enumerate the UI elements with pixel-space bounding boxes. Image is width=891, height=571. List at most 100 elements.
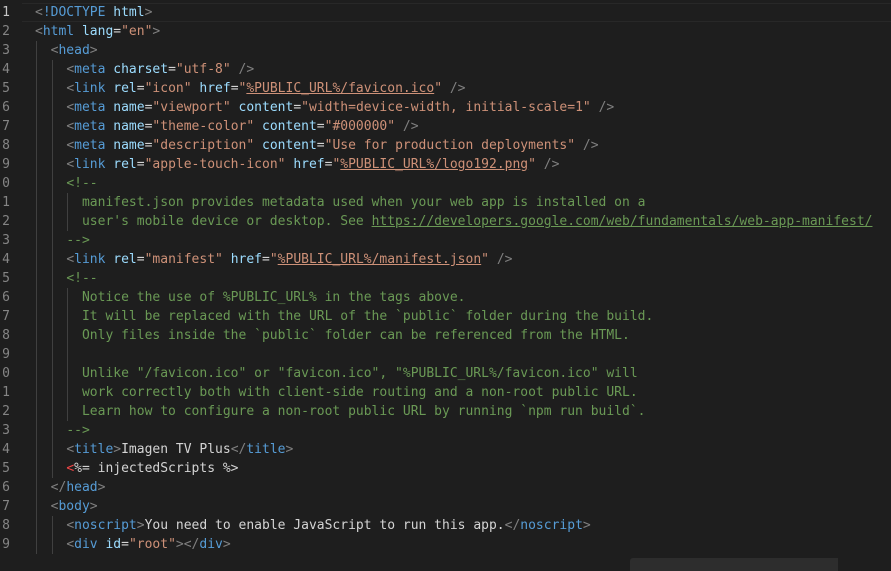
token-cmt: <!-- bbox=[66, 271, 98, 286]
code-line[interactable]: 5 <link rel="icon" href="%PUBLIC_URL%/fav… bbox=[0, 79, 891, 98]
token-str: "viewport" bbox=[152, 100, 231, 115]
token-punct: > bbox=[89, 499, 98, 514]
token-attr: lang bbox=[81, 24, 114, 39]
indent-guide bbox=[51, 535, 53, 554]
code-line[interactable]: 7 It will be replaced with the URL of the… bbox=[0, 307, 891, 326]
code-line[interactable]: 5 <!-- bbox=[0, 269, 891, 288]
line-number: 9 bbox=[2, 537, 10, 552]
token-punct: /> bbox=[449, 81, 466, 96]
code-text: user's mobile device or desktop. See htt… bbox=[82, 212, 873, 231]
code-line[interactable]: 1 <!DOCTYPE html> bbox=[0, 3, 891, 22]
line-number: 4 bbox=[2, 252, 10, 267]
token-strlink[interactable]: %PUBLIC_URL%/manifest.json bbox=[278, 252, 482, 267]
code-text: Learn how to configure a non-root public… bbox=[82, 402, 646, 421]
token-tag: !DOCTYPE bbox=[42, 5, 106, 20]
line-number: 0 bbox=[2, 176, 10, 191]
code-line[interactable]: 1 manifest.json provides metadata used wh… bbox=[0, 193, 891, 212]
token-str: " bbox=[528, 157, 536, 172]
indent-guide bbox=[36, 98, 37, 117]
indent-guide bbox=[36, 250, 37, 269]
token-punct: < bbox=[66, 119, 75, 134]
code-text: <div id="root"></div> bbox=[66, 535, 230, 554]
token-punct: > bbox=[222, 537, 231, 552]
token-punct: > bbox=[144, 5, 153, 20]
line-number: 5 bbox=[2, 461, 10, 476]
token-punct: /> bbox=[543, 157, 560, 172]
code-line[interactable]: 9 bbox=[0, 345, 891, 364]
line-number: 1 bbox=[2, 195, 10, 210]
code-text: <html lang="en"> bbox=[35, 22, 160, 41]
indent-guide bbox=[36, 516, 37, 535]
code-line[interactable]: 5 <%= injectedScripts %> bbox=[0, 459, 891, 478]
indent-guide bbox=[67, 402, 69, 421]
horizontal-scrollbar-thumb[interactable] bbox=[630, 558, 838, 571]
token-attr: href bbox=[293, 157, 325, 172]
indent-guide bbox=[67, 307, 69, 326]
code-editor[interactable]: 1 <!DOCTYPE html> 2 <html lang="en"> 3 <head>… bbox=[0, 0, 891, 571]
token-text: = bbox=[293, 100, 302, 115]
code-line[interactable]: 4 <meta charset="utf-8" /> bbox=[0, 60, 891, 79]
code-line[interactable]: 8 Only files inside the `public` folder c… bbox=[0, 326, 891, 345]
code-text: <link rel="apple-touch-icon" href="%PUBL… bbox=[66, 155, 559, 174]
code-line[interactable]: 8 <noscript>You need to enable JavaScript… bbox=[0, 516, 891, 535]
line-number: 7 bbox=[2, 119, 10, 134]
code-text: work correctly both with client-side rou… bbox=[82, 383, 638, 402]
code-text: <meta charset="utf-8" /> bbox=[66, 60, 254, 79]
token-tag: link bbox=[74, 157, 106, 172]
code-line[interactable]: 2 <html lang="en"> bbox=[0, 22, 891, 41]
code-line[interactable]: 7 <meta name="theme-color" content="#0000… bbox=[0, 117, 891, 136]
token-tag: link bbox=[74, 252, 106, 267]
code-line[interactable]: 6 Notice the use of %PUBLIC_URL% in the t… bbox=[0, 288, 891, 307]
code-line[interactable]: 4 <title>Imagen TV Plus</title> bbox=[0, 440, 891, 459]
token-attr: href bbox=[230, 252, 263, 267]
code-line[interactable]: 7 <body> bbox=[0, 497, 891, 516]
token-text: = bbox=[136, 81, 145, 96]
indent-guide bbox=[51, 307, 53, 326]
token-punct: < bbox=[66, 138, 75, 153]
code-line[interactable]: 4 <link rel="manifest" href="%PUBLIC_URL%… bbox=[0, 250, 891, 269]
indent-guide bbox=[36, 269, 37, 288]
code-line[interactable]: 9 <link rel="apple-touch-icon" href="%PUB… bbox=[0, 155, 891, 174]
indent-guide bbox=[36, 193, 37, 212]
token-strlink[interactable]: %PUBLIC_URL%/logo192.png bbox=[340, 157, 528, 172]
token-punct: </ bbox=[504, 518, 521, 533]
indent-guide bbox=[36, 174, 37, 193]
code-line[interactable]: 3 <head> bbox=[0, 41, 891, 60]
code-text: <meta name="viewport" content="width=dev… bbox=[66, 98, 614, 117]
code-line[interactable]: 0 Unlike "/favicon.ico" or "favicon.ico",… bbox=[0, 364, 891, 383]
indent-guide bbox=[36, 440, 37, 459]
code-line[interactable]: 1 work correctly both with client-side ro… bbox=[0, 383, 891, 402]
code-line[interactable]: 6 </head> bbox=[0, 478, 891, 497]
code-text: <!-- bbox=[66, 174, 97, 193]
token-cmtlink[interactable]: https://developers.google.com/web/fundam… bbox=[372, 214, 873, 229]
code-line[interactable]: 8 <meta name="description" content="Use f… bbox=[0, 136, 891, 155]
token-attr: rel bbox=[113, 252, 137, 267]
code-line[interactable]: 2 user's mobile device or desktop. See ht… bbox=[0, 212, 891, 231]
token-cmt: manifest.json provides metadata used whe… bbox=[81, 195, 646, 210]
indent-guide bbox=[36, 60, 37, 79]
indent-guide bbox=[51, 459, 53, 478]
indent-guide bbox=[36, 117, 37, 136]
indent-guide bbox=[36, 288, 37, 307]
code-text: Unlike "/favicon.ico" or "favicon.ico", … bbox=[82, 364, 638, 383]
code-line[interactable]: 9 <div id="root"></div> bbox=[0, 535, 891, 554]
code-line[interactable]: 0 <!-- bbox=[0, 174, 891, 193]
code-text: <head> bbox=[51, 41, 98, 60]
code-line[interactable]: 3 --> bbox=[0, 421, 891, 440]
code-line[interactable]: 3 --> bbox=[0, 231, 891, 250]
token-text: = bbox=[168, 62, 176, 77]
code-lines[interactable]: 1 <!DOCTYPE html> 2 <html lang="en"> 3 <head>… bbox=[0, 3, 891, 554]
token-attr: name bbox=[113, 138, 145, 153]
indent-guide bbox=[51, 174, 53, 193]
token-attr: rel bbox=[113, 81, 137, 96]
token-strlink[interactable]: %PUBLIC_URL%/favicon.ico bbox=[246, 81, 434, 96]
code-text: <meta name="description" content="Use fo… bbox=[66, 136, 598, 155]
indent-guide bbox=[51, 250, 53, 269]
code-line[interactable]: 6 <meta name="viewport" content="width=de… bbox=[0, 98, 891, 117]
token-punct: > bbox=[582, 518, 591, 533]
code-line[interactable]: 2 Learn how to configure a non-root publi… bbox=[0, 402, 891, 421]
